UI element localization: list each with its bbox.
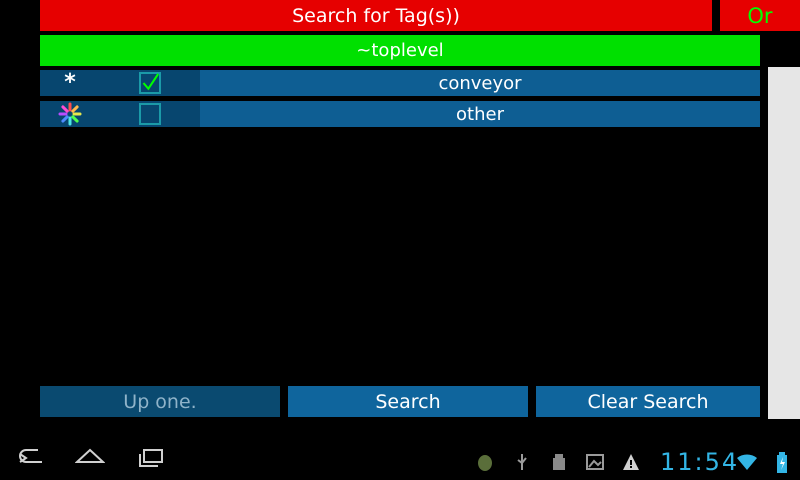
current-path-bar[interactable]: ~toplevel <box>40 35 760 66</box>
checkmark-icon <box>142 73 159 91</box>
search-button[interactable]: Search <box>288 386 528 417</box>
tag-label[interactable]: conveyor <box>200 70 760 96</box>
tag-row-other[interactable]: other <box>40 101 760 127</box>
recent-apps-icon[interactable] <box>136 444 166 468</box>
debug-icon <box>553 454 565 470</box>
or-toggle-button[interactable]: Or <box>720 0 800 31</box>
tag-checkbox-cell[interactable] <box>100 101 200 127</box>
scrollbar[interactable] <box>768 67 800 419</box>
clear-search-button[interactable]: Clear Search <box>536 386 760 417</box>
warning-icon <box>623 454 639 470</box>
battery-icon <box>777 452 787 473</box>
colorful-spinner-icon <box>58 102 82 126</box>
back-icon[interactable] <box>16 444 46 468</box>
tag-checkbox[interactable] <box>139 103 161 125</box>
app-screen: Search for Tag(s)) Or ~toplevel * convey… <box>0 0 800 480</box>
tag-checkbox-cell[interactable] <box>100 70 200 96</box>
tag-label[interactable]: other <box>200 101 760 127</box>
asterisk-icon: * <box>64 70 76 95</box>
up-one-button[interactable]: Up one. <box>40 386 280 417</box>
tag-checkbox[interactable] <box>139 72 161 94</box>
android-notification-icon <box>478 455 492 471</box>
tag-icon-cell <box>40 101 100 127</box>
image-icon <box>586 454 604 470</box>
tag-row-conveyor[interactable]: * conveyor <box>40 70 760 96</box>
tag-icon-cell: * <box>40 70 100 96</box>
usb-icon <box>517 454 527 470</box>
clock: 11:54 <box>660 448 740 476</box>
page-title: Search for Tag(s)) <box>40 0 712 31</box>
home-icon[interactable] <box>75 444 105 468</box>
wifi-icon <box>737 454 757 470</box>
